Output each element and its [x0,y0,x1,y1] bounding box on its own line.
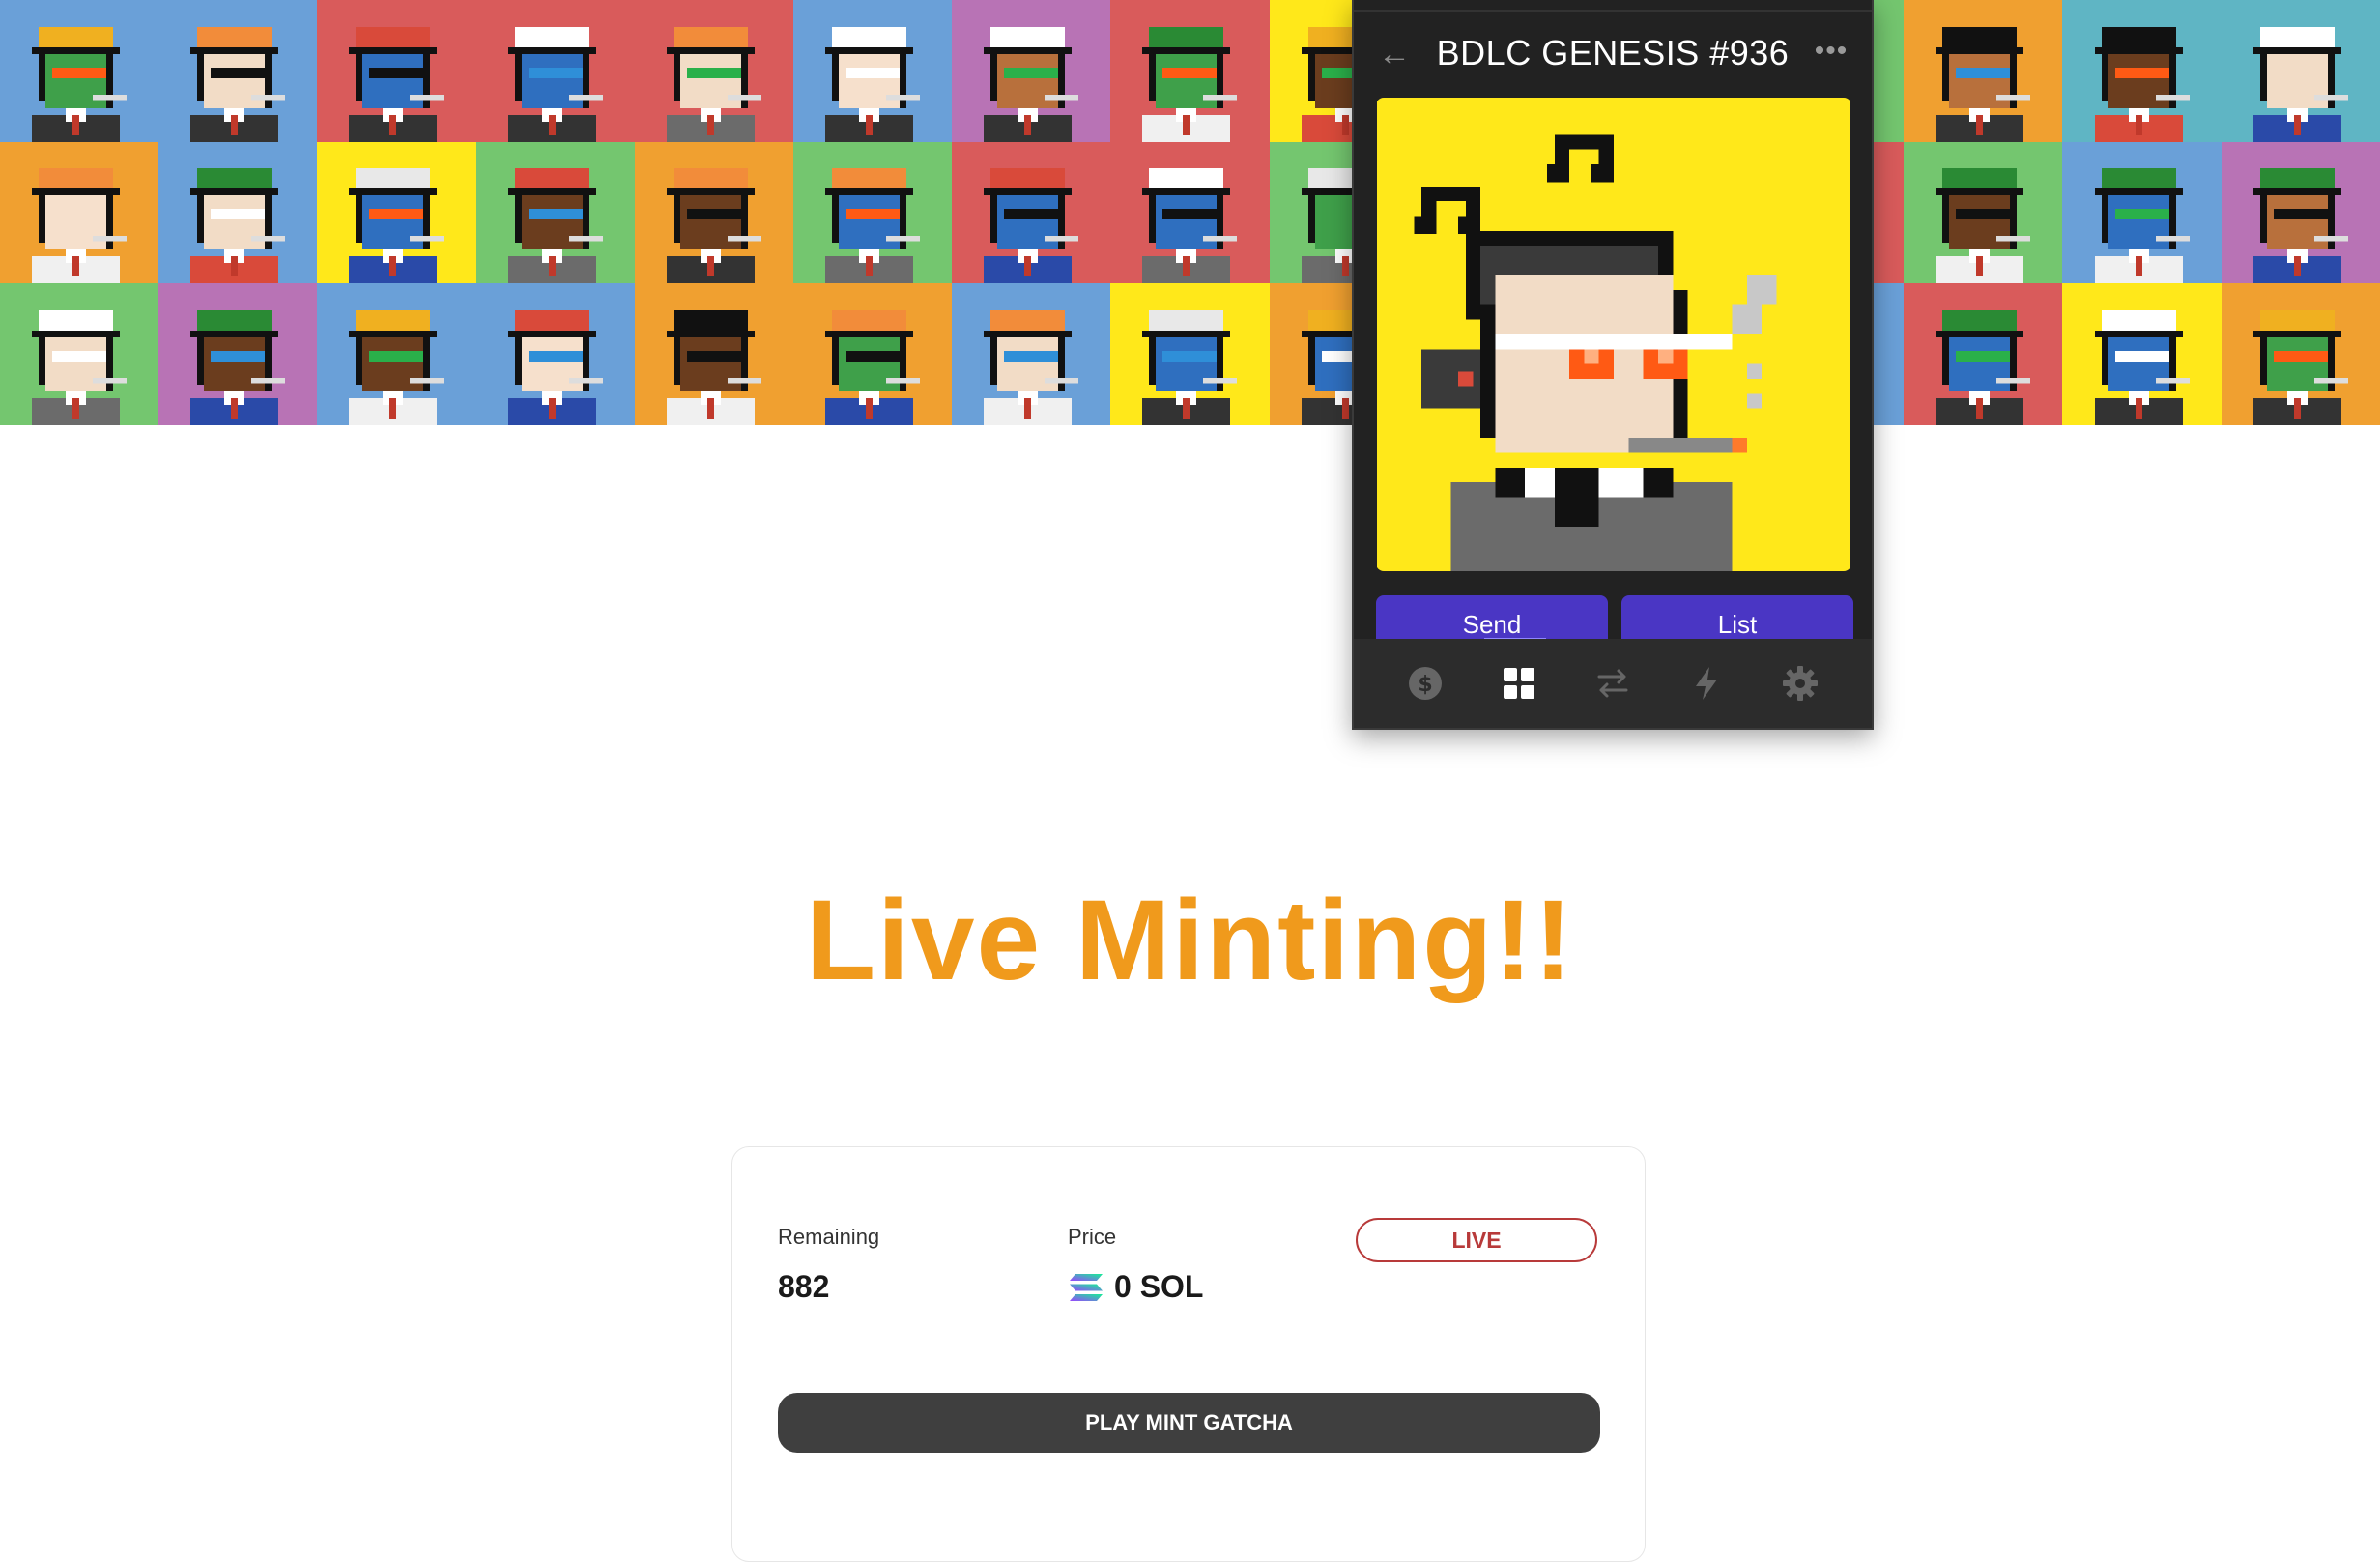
avatar-tile [158,141,318,284]
avatar-tile [1110,141,1270,284]
list-label: List [1717,610,1758,639]
pixel-avatar [825,168,921,284]
remaining-value: 882 [778,1269,830,1304]
wallet-nav-bar: $ [1354,639,1872,728]
pixel-avatar [666,168,761,284]
pixel-avatar [825,26,921,142]
avatar-tile [0,0,159,142]
pixel-avatar [1936,168,2031,284]
gear-icon[interactable] [1779,662,1821,705]
wallet-title: BDLC GENESIS #936 [1436,33,1790,72]
avatar-tile [952,0,1111,142]
pixel-avatar [2094,168,2190,284]
pixel-avatar [2252,168,2348,284]
avatar-tile [2062,141,2222,284]
ellipsis-icon[interactable]: ••• [1812,37,1850,72]
pixel-avatar [666,26,761,142]
solana-icon [1070,1273,1103,1301]
avatar-tile [1110,283,1270,425]
wallet-header: ← BDLC GENESIS #936 ••• [1354,0,1872,106]
pixel-avatar [190,168,286,284]
avatar-tile [634,141,793,284]
avatar-tile [317,141,476,284]
svg-text:$: $ [1419,673,1433,697]
avatar-tile [475,0,635,142]
avatar-tile [952,283,1111,425]
pixel-avatar [2252,26,2348,142]
avatar-tile [0,283,159,425]
pixel-avatar [1936,26,2031,142]
avatar-tile [634,0,793,142]
avatar-tile [1904,0,2063,142]
pixel-avatar [507,310,603,425]
nft-avatar-art [1377,98,1850,571]
avatar-tile [2221,283,2380,425]
avatar-tile [2221,0,2380,142]
pixel-avatar [349,26,444,142]
pixel-avatar [507,168,603,284]
avatar-tile [1904,283,2063,425]
pixel-avatar [2252,310,2348,425]
pixel-avatar [1142,168,1238,284]
price-label: Price [1068,1225,1117,1249]
pixel-avatar [32,26,128,142]
avatar-tile [475,141,635,284]
dollar-icon[interactable]: $ [1404,662,1447,705]
pixel-avatar [349,310,444,425]
page-headline: Live Minting!! [806,877,1574,1004]
avatar-tile [792,0,953,142]
play-mint-gatcha-button[interactable]: PLAY MINT GATCHA [778,1393,1600,1453]
wallet-popup: ← BDLC GENESIS #936 ••• Send List $ [1352,0,1874,730]
avatar-tile [475,283,635,425]
avatar-tile [792,283,953,425]
pixel-avatar [2094,310,2190,425]
avatar-tile [317,0,476,142]
pixel-avatar [32,168,128,284]
pixel-avatar [984,168,1079,284]
remaining-label: Remaining [778,1225,880,1249]
pixel-avatar [190,26,286,142]
avatar-tile [2062,0,2222,142]
avatar-tile [634,283,793,425]
grid-icon[interactable] [1498,662,1540,705]
pixel-avatar [349,168,444,284]
avatar-tile [792,141,953,284]
pixel-avatar [507,26,603,142]
nft-image [1376,98,1851,571]
pixel-avatar [825,310,921,425]
live-status-badge: LIVE [1356,1218,1597,1262]
price-value: 0 SOL [1114,1269,1204,1304]
pixel-avatar [984,26,1079,142]
pixel-avatar [666,310,761,425]
send-label: Send [1462,610,1522,639]
avatar-tile [952,141,1111,284]
pixel-avatar [32,310,128,425]
avatar-tile [0,141,159,284]
avatar-tile [1904,141,2063,284]
avatar-tile [158,283,318,425]
pixel-avatar [1936,310,2031,425]
pixel-avatar [1142,26,1238,142]
wallet-divider [1354,10,1872,12]
pixel-avatar [2094,26,2190,142]
lightning-icon[interactable] [1685,662,1728,705]
avatar-tile [1110,0,1270,142]
avatar-tile [2221,141,2380,284]
avatar-banner [0,0,2380,425]
pixel-avatar [190,310,286,425]
swap-icon[interactable] [1591,662,1634,705]
pixel-avatar [1142,310,1238,425]
avatar-tile [158,0,318,142]
pixel-avatar [984,310,1079,425]
price-value-row: 0 SOL [1068,1269,1203,1305]
avatar-tile [2062,283,2222,425]
avatar-tile [317,283,476,425]
mint-card: Remaining 882 Price 0 SOL LIVE PLAY MINT… [731,1146,1646,1562]
